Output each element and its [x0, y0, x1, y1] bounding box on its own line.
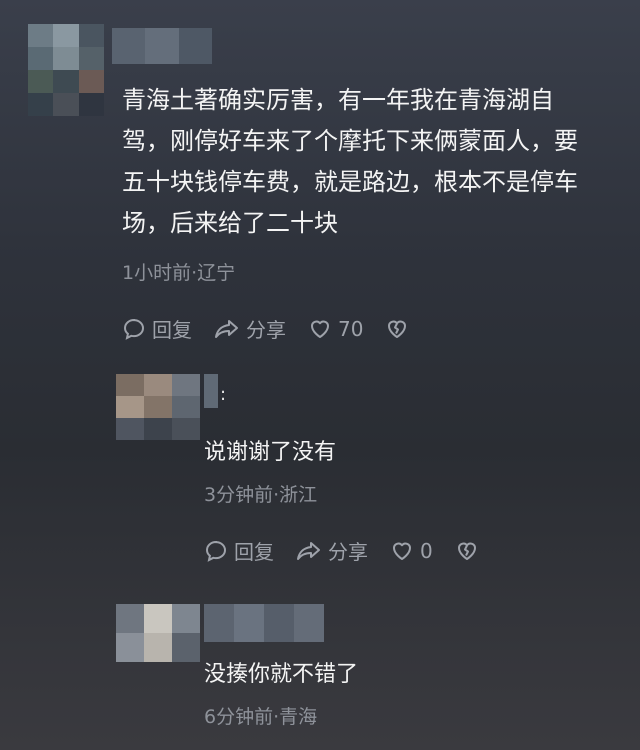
share-arrow-icon	[297, 541, 320, 560]
comment-line: 场，后来给了二十块	[122, 209, 338, 237]
heart-icon	[393, 542, 411, 560]
comment-meta: 1小时前·辽宁	[122, 262, 236, 284]
reply-text: 没揍你就不错了	[204, 662, 359, 687]
username-fragment: :	[220, 384, 227, 405]
comment-bubble-icon	[123, 318, 145, 340]
reply-actions: 回复 分享 0	[204, 536, 507, 565]
share-arrow-icon	[215, 319, 238, 338]
dislike-button[interactable]	[385, 317, 415, 341]
share-label: 分享	[328, 540, 368, 564]
like-count: 0	[420, 538, 433, 563]
comment-text: 青海土著确实厉害，有一年我在青海湖自 驾，刚停好车来了个摩托下来俩蒙面人，要 五…	[122, 80, 622, 244]
username-blurred[interactable]	[112, 28, 212, 64]
username-blurred[interactable]	[204, 374, 218, 408]
comment-line: 驾，刚停好车来了个摩托下来俩蒙面人，要	[122, 127, 578, 155]
reply-meta: 3分钟前·浙江	[204, 484, 318, 506]
dislike-button[interactable]	[455, 539, 485, 563]
share-label: 分享	[246, 318, 286, 342]
reply-text: 说谢谢了没有	[204, 440, 337, 465]
like-count: 70	[338, 316, 364, 341]
reply-label: 回复	[234, 540, 274, 564]
like-button[interactable]: 0	[390, 539, 433, 563]
avatar[interactable]	[116, 374, 200, 440]
heart-icon	[311, 320, 329, 338]
comment-line: 青海土著确实厉害，有一年我在青海湖自	[122, 86, 554, 114]
reply-label: 回复	[152, 318, 192, 342]
avatar[interactable]	[28, 24, 104, 116]
reply-button[interactable]: 回复	[204, 536, 274, 565]
reply-button[interactable]: 回复	[122, 314, 192, 343]
broken-heart-icon	[457, 542, 476, 560]
like-button[interactable]: 70	[308, 317, 363, 341]
comment-actions: 回复 分享 70	[122, 314, 437, 343]
share-button[interactable]: 分享	[296, 536, 368, 565]
reply-meta: 6分钟前·青海	[204, 706, 318, 728]
share-button[interactable]: 分享	[214, 314, 286, 343]
broken-heart-icon	[388, 320, 407, 338]
avatar[interactable]	[116, 604, 200, 662]
comment-bubble-icon	[205, 540, 227, 562]
comment-line: 五十块钱停车费，就是路边，根本不是停车	[122, 168, 578, 196]
username-blurred[interactable]	[204, 604, 324, 642]
